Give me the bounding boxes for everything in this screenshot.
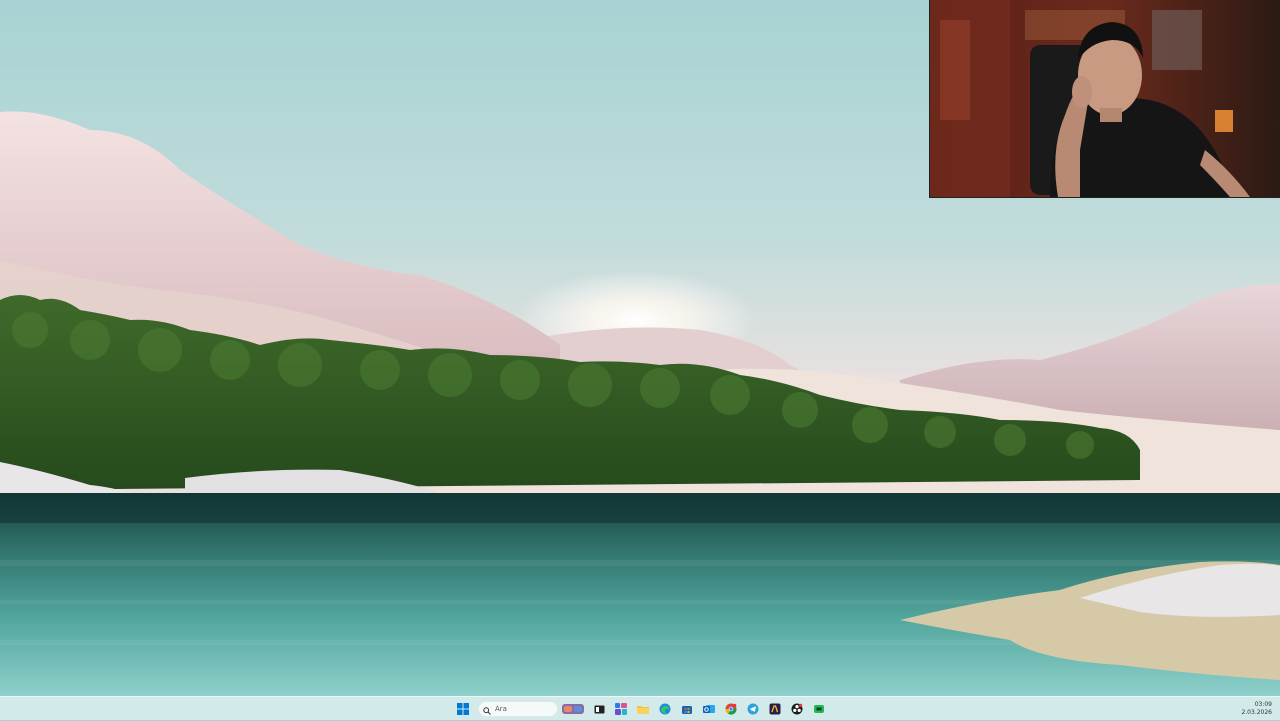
start-icon[interactable] bbox=[452, 698, 474, 720]
telegram-icon[interactable] bbox=[742, 698, 764, 720]
taskbar: Ara 03:09 2.03.2026 bbox=[0, 696, 1280, 720]
outlook-icon[interactable] bbox=[698, 698, 720, 720]
premiere-icon[interactable] bbox=[764, 698, 786, 720]
task-view-icon[interactable] bbox=[588, 698, 610, 720]
file-explorer-icon[interactable] bbox=[632, 698, 654, 720]
search-icon bbox=[483, 700, 491, 719]
webcam-overlay bbox=[929, 0, 1280, 198]
clock-date: 2.03.2026 bbox=[1241, 709, 1272, 716]
store-icon[interactable] bbox=[676, 698, 698, 720]
obs-icon[interactable] bbox=[786, 698, 808, 720]
widgets-icon[interactable] bbox=[610, 698, 632, 720]
clock-time: 03:09 bbox=[1254, 701, 1272, 708]
search-placeholder: Ara bbox=[495, 705, 507, 713]
system-clock[interactable]: 03:09 2.03.2026 bbox=[1241, 699, 1272, 719]
edge-icon[interactable] bbox=[654, 698, 676, 720]
taskbar-apps: Ara bbox=[452, 697, 830, 721]
chrome-icon[interactable] bbox=[720, 698, 742, 720]
search-highlight-icon[interactable] bbox=[562, 702, 584, 716]
search-input[interactable]: Ara bbox=[478, 701, 558, 717]
app-green-icon[interactable] bbox=[808, 698, 830, 720]
